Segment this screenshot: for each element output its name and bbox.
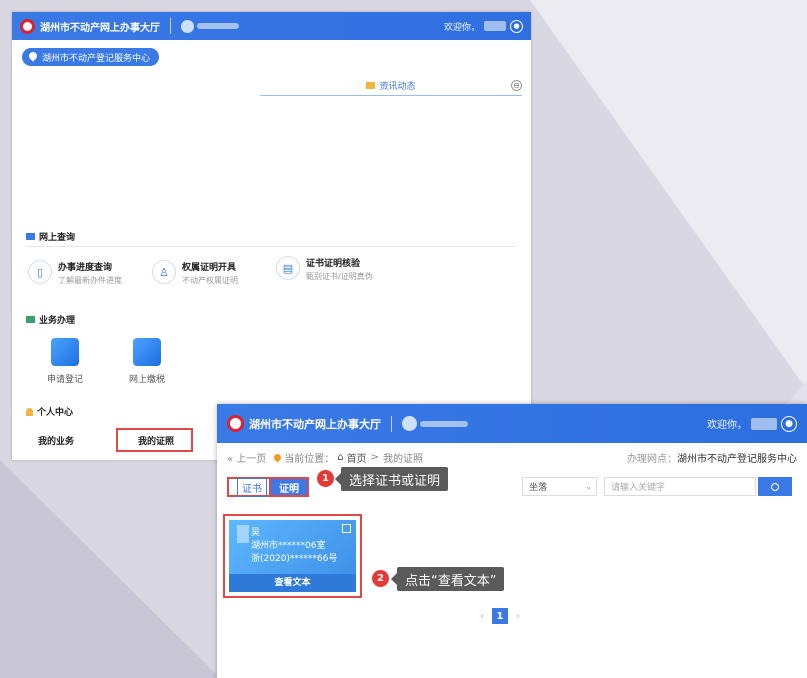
back-link[interactable]: « 上一页 — [227, 450, 266, 465]
welcome-text: 欢迎你， — [443, 22, 480, 33]
my-business-link[interactable]: 我的业务 — [38, 434, 74, 447]
location-label: 当前位置： — [284, 454, 335, 465]
user-icon[interactable]: ● — [781, 415, 797, 432]
step-badge-1: 1 — [317, 470, 334, 487]
service-cert-verify[interactable]: ▤ 证书证明核验 甄别证书/证明真伪 — [276, 256, 386, 282]
portal-home-window: 湖州市不动产网上办事大厅 欢迎你， ● 湖州市不动产登记服务中心 资讯动态 ⊖ … — [12, 12, 531, 460]
user-area[interactable]: 欢迎你， ● — [443, 19, 523, 33]
service-progress-query[interactable]: ▯ 办事进度查询 了解最新办件进度 — [28, 260, 153, 286]
header-divider — [391, 415, 392, 432]
home-icon: ⌂ — [337, 452, 344, 463]
office-info: 办理网点：湖州市不动产登记服务中心 — [627, 454, 797, 465]
location-pill-label: 湖州市不动产登记服务中心 — [42, 53, 151, 64]
location-pill[interactable]: 湖州市不动产登记服务中心 — [22, 48, 160, 66]
current-page[interactable]: 1 — [492, 608, 508, 624]
collapse-icon[interactable]: ⊖ — [511, 80, 522, 91]
personal-center-title: 个人中心 — [26, 405, 73, 418]
search-icon — [771, 482, 779, 491]
biz-online-tax[interactable]: 网上缴税 — [112, 338, 182, 385]
person-icon: ♙ — [152, 260, 176, 284]
highlight-frame — [116, 428, 193, 452]
background-shape — [530, 0, 807, 390]
callout-step-1: 选择证书或证明 — [334, 467, 449, 491]
background-shape — [0, 460, 220, 678]
biz-apply-registration[interactable]: 申请登记 — [30, 338, 100, 385]
search-input[interactable]: 请输入关键字 — [604, 477, 756, 496]
edit-icon[interactable] — [342, 524, 351, 533]
person-icon — [26, 407, 33, 416]
field-select[interactable]: 坐落 ⌄ — [522, 477, 597, 496]
partner-logo — [181, 19, 239, 33]
property-address: 湖州市******06室 — [251, 541, 326, 551]
section-marker-icon — [26, 233, 35, 240]
partner-logo — [402, 416, 468, 431]
phone-icon: ▯ — [28, 260, 52, 284]
people-icon — [26, 316, 35, 323]
news-section-header: 资讯动态 ⊖ — [260, 76, 522, 96]
certificate-card[interactable]: 吴 湖州市******06室 浙(2020)******66号 查看文本 — [229, 520, 356, 592]
user-area[interactable]: 欢迎你， ● — [707, 415, 797, 432]
redacted-block — [237, 525, 249, 543]
top-header: 湖州市不动产网上办事大厅 欢迎你， ● — [12, 12, 531, 40]
callout-step-2: 点击“查看文本” — [390, 567, 505, 591]
service-ownership-proof[interactable]: ♙ 权属证明开具 不动产权属证明 — [152, 260, 277, 286]
view-text-button[interactable]: 查看文本 — [229, 574, 356, 592]
username-redacted — [484, 21, 506, 31]
header-divider — [170, 18, 171, 34]
top-header: 湖州市不动产网上办事大厅 欢迎你， ● — [217, 404, 807, 443]
welcome-text: 欢迎你， — [707, 420, 747, 431]
tab-proof[interactable]: 证明 — [269, 477, 309, 497]
site-title: 湖州市不动产网上办事大厅 — [40, 22, 160, 34]
certificate-number: 浙(2020)******66号 — [251, 554, 338, 564]
breadcrumb-current: 我的证照 — [383, 454, 424, 465]
business-title: 业务办理 — [26, 313, 75, 326]
location-pin-icon — [272, 452, 283, 463]
section-divider — [26, 246, 516, 247]
register-icon — [51, 338, 79, 366]
prev-page-button[interactable]: ‹ — [480, 611, 484, 622]
chevron-down-icon: ⌄ — [585, 482, 592, 491]
breadcrumb-home[interactable]: 首页 — [347, 450, 367, 465]
my-certificates-window: 湖州市不动产网上办事大厅 欢迎你， ● « 上一页 当前位置： ⌂ 首页 > 我… — [217, 404, 807, 678]
username-redacted — [751, 417, 777, 430]
news-title: 资讯动态 — [379, 82, 416, 92]
tax-icon — [133, 338, 161, 366]
breadcrumb-separator: > — [370, 452, 380, 463]
next-page-button[interactable]: › — [516, 611, 520, 622]
folder-icon — [366, 82, 376, 89]
search-button[interactable] — [758, 477, 792, 496]
user-icon[interactable]: ● — [510, 19, 523, 33]
online-query-title: 网上查询 — [26, 230, 75, 243]
owner-name: 吴 — [251, 528, 261, 538]
pagination: ‹ 1 › — [480, 608, 520, 624]
emblem-logo — [20, 18, 35, 34]
breadcrumb: « 上一页 当前位置： ⌂ 首页 > 我的证照 办理网点：湖州市不动产登记服务中… — [227, 450, 797, 465]
document-icon: ▤ — [276, 256, 300, 280]
site-title: 湖州市不动产网上办事大厅 — [249, 417, 381, 431]
location-pin-icon — [27, 50, 39, 62]
emblem-logo — [227, 415, 244, 432]
step-badge-2: 2 — [372, 570, 389, 587]
